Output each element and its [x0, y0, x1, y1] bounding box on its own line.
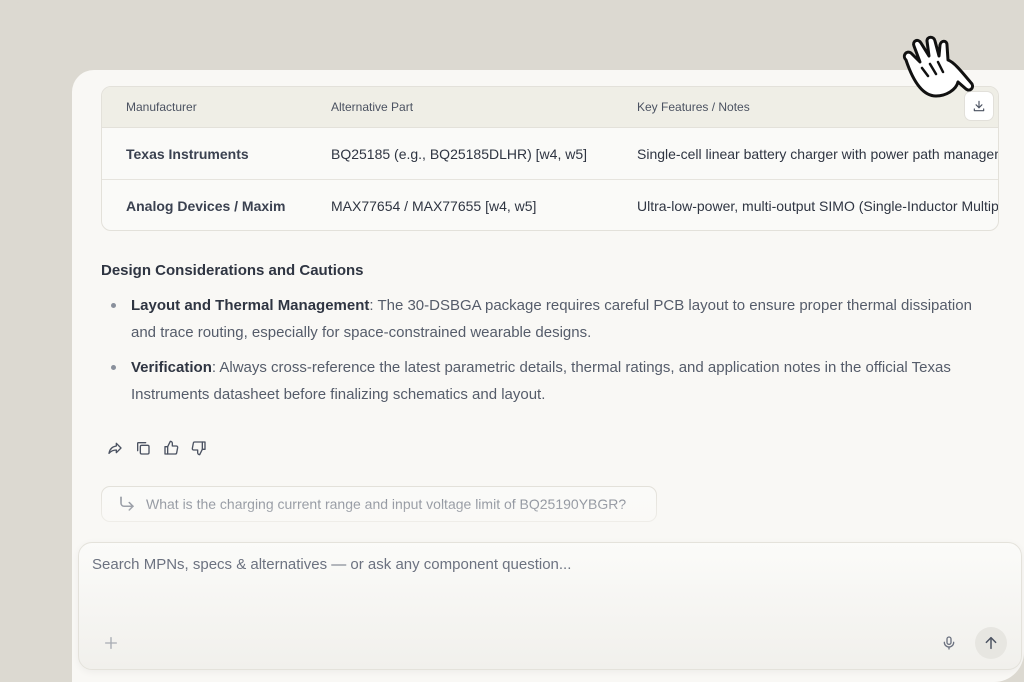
search-input[interactable]	[92, 553, 952, 575]
share-button[interactable]	[106, 439, 124, 457]
thumbs-down-button[interactable]	[190, 439, 208, 457]
table-cell-manufacturer: Texas Instruments	[126, 145, 249, 162]
device-frame: Manufacturer Alternative Part Key Featur…	[0, 0, 1024, 682]
send-button[interactable]	[975, 627, 1007, 659]
bullet-text: : Always cross-reference the latest para…	[131, 359, 951, 403]
composer-box	[78, 542, 1022, 670]
plus-icon	[105, 637, 117, 649]
considerations-list: Layout and Thermal Management: The 30-DS…	[110, 292, 990, 416]
reply-arrow-icon	[120, 496, 134, 511]
copy-button[interactable]	[134, 439, 152, 457]
column-header-key-features: Key Features / Notes	[637, 100, 750, 114]
list-item: Layout and Thermal Management: The 30-DS…	[110, 292, 990, 346]
message-actions	[106, 439, 208, 457]
column-header-alternative-part: Alternative Part	[331, 100, 414, 114]
table-header-row: Manufacturer Alternative Part Key Featur…	[102, 87, 998, 128]
microphone-icon	[943, 636, 955, 650]
thumbs-down-icon	[191, 441, 206, 456]
alternatives-table: Manufacturer Alternative Part Key Featur…	[101, 86, 999, 231]
arrow-up-icon	[985, 636, 997, 650]
table-row: Analog Devices / Maxim MAX77654 / MAX776…	[102, 180, 999, 230]
copy-icon	[137, 442, 150, 455]
suggestion-text: What is the charging current range and i…	[146, 496, 627, 512]
table-cell-part: MAX77654 / MAX77655 [w4, w5]	[331, 198, 537, 214]
section-heading: Design Considerations and Cautions	[101, 262, 364, 279]
table-cell-manufacturer: Analog Devices / Maxim	[126, 198, 286, 214]
bullet-title: Verification	[131, 359, 212, 376]
voice-input-button[interactable]	[937, 631, 961, 655]
suggested-question[interactable]: What is the charging current range and i…	[101, 486, 657, 522]
share-icon	[108, 442, 122, 454]
bullet-title: Layout and Thermal Management	[131, 297, 370, 314]
thumbs-up-icon	[164, 440, 179, 455]
chat-panel: Manufacturer Alternative Part Key Featur…	[72, 70, 1024, 682]
table-cell-notes: Ultra-low-power, multi-output SIMO (Sing…	[637, 198, 999, 214]
list-item: Verification: Always cross-reference the…	[110, 354, 990, 408]
table-row: Texas Instruments BQ25185 (e.g., BQ25185…	[102, 128, 998, 180]
table-cell-part: BQ25185 (e.g., BQ25185DLHR) [w4, w5]	[331, 145, 588, 162]
table-cell-notes: Single-cell linear battery charger with …	[637, 145, 999, 162]
attach-button[interactable]	[99, 631, 123, 655]
column-header-manufacturer: Manufacturer	[126, 100, 197, 114]
hand-pointer-icon	[902, 35, 974, 98]
thumbs-up-button[interactable]	[162, 439, 180, 457]
